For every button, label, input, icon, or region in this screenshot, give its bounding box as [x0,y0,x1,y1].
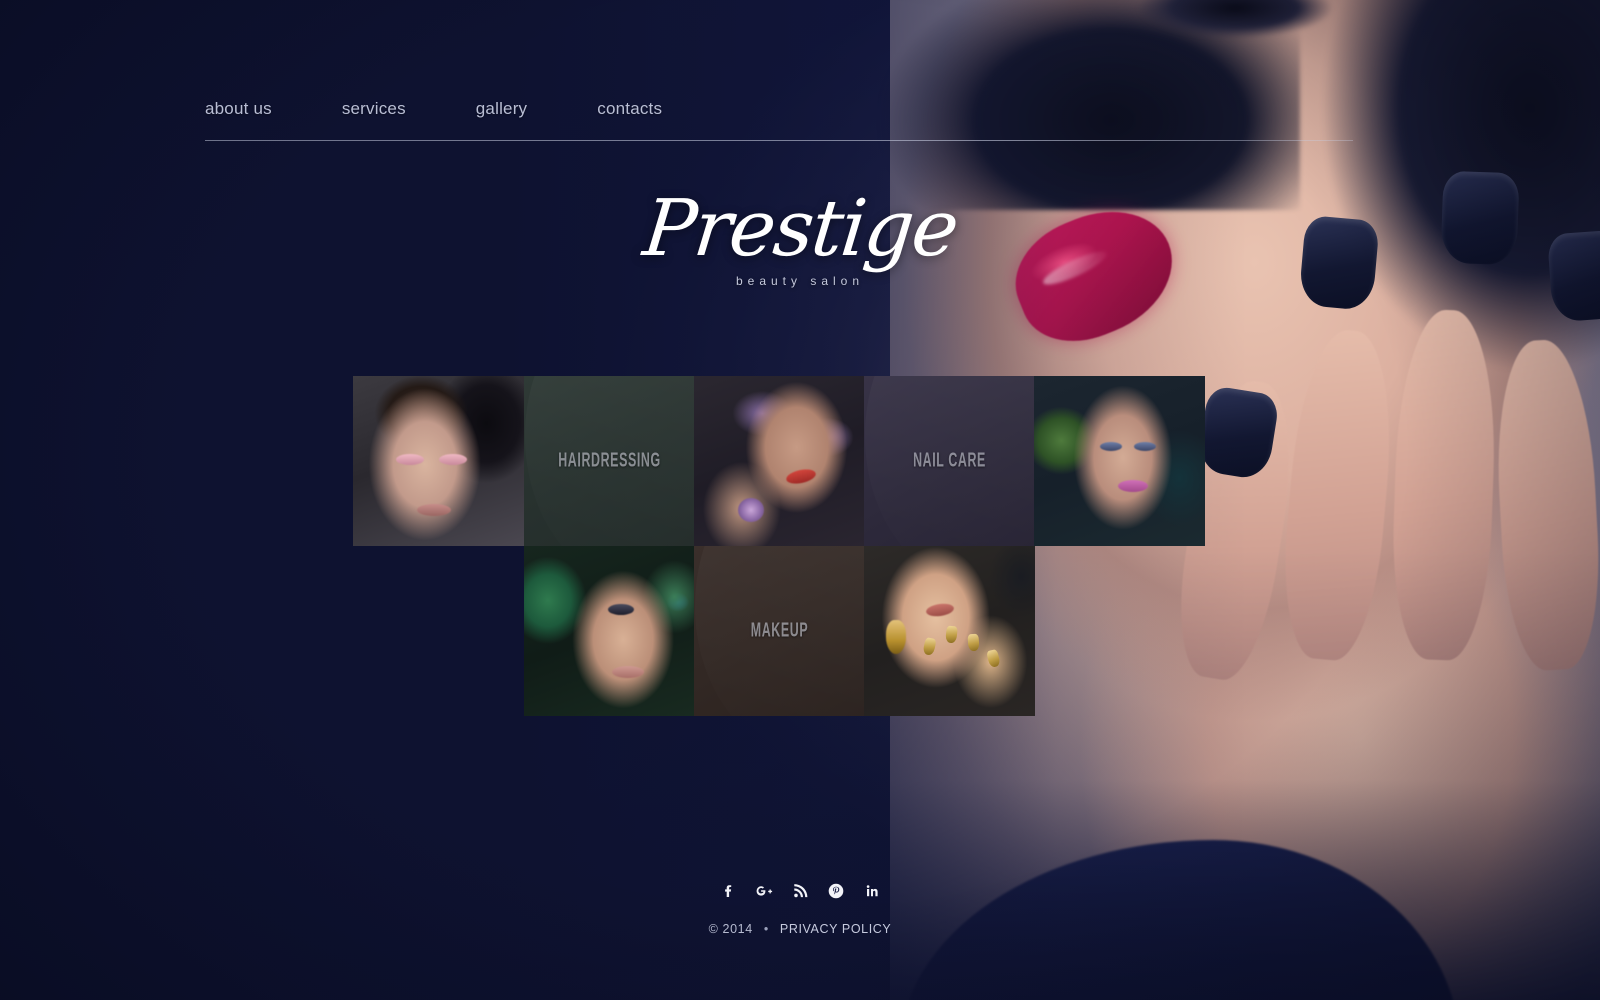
gold-nail-2 [945,625,958,644]
tile-photo-glitter-makeup [694,376,865,546]
lips [417,504,451,516]
pinterest-icon[interactable] [825,880,847,902]
nav-item-gallery[interactable]: gallery [476,99,527,119]
linkedin-icon[interactable] [861,880,883,902]
gold-nail-3 [967,633,980,652]
lips [1118,480,1148,492]
rss-icon[interactable] [789,880,811,902]
google-plus-icon[interactable] [753,880,775,902]
gallery-tile-nail-care[interactable]: NAIL CARE [864,376,1035,546]
tile-label-nail-care: NAIL CARE [913,449,986,472]
gallery-tile-makeup[interactable]: MAKEUP [694,546,865,716]
lips [784,467,818,486]
tile-label-makeup: MAKEUP [750,619,809,642]
gold-nail-4 [986,648,1001,669]
logo-tagline: beauty salon [735,274,865,288]
site-logo[interactable]: Prestige beauty salon [0,184,1600,288]
eyeshadow-left [396,454,424,465]
copyright-separator: • [763,922,769,936]
tile-photo-peacock-feather [524,546,695,716]
gold-nail-1 [922,637,937,656]
tile-photo-gold-nails [864,546,1035,716]
gallery-tile-photo-peacock-feather[interactable] [524,546,695,716]
page-root: about us services gallery contacts Prest… [0,0,1600,1000]
tile-photo-smoky-eyes [1034,376,1205,546]
gallery-tile-photo-smoky-eyes[interactable] [1034,376,1205,546]
nav-divider [205,140,1353,141]
lips [612,666,644,678]
logo-wordmark: Prestige [639,184,961,274]
amethyst-ring [738,498,764,522]
eyeshadow-right [439,454,467,465]
facebook-icon[interactable] [717,880,739,902]
gold-earring [886,620,906,654]
gallery-tile-photo-model-lashes[interactable] [353,376,524,546]
nav-item-about-us[interactable]: about us [205,99,272,119]
eye [608,604,634,615]
site-footer: © 2014 • PRIVACY POLICY [0,878,1600,936]
copyright-text: © 2014 [708,922,753,936]
services-gallery-grid: HAIRDRESSING NAIL CARE MAKEUP [353,376,1205,716]
gallery-tile-hairdressing[interactable]: HAIRDRESSING [524,376,695,546]
tile-photo-model-lashes [353,376,524,546]
nav-item-contacts[interactable]: contacts [597,99,662,119]
eye-right [1134,442,1156,451]
tile-label-hairdressing: HAIRDRESSING [558,449,661,472]
nav-item-services[interactable]: services [342,99,406,119]
nav-list: about us services gallery contacts [205,88,1355,130]
social-links [0,878,1600,904]
lips [925,602,955,618]
gallery-tile-photo-gold-nails[interactable] [864,546,1035,716]
gallery-tile-photo-glitter-makeup[interactable] [694,376,865,546]
copyright-line: © 2014 • PRIVACY POLICY [0,922,1600,936]
main-navigation: about us services gallery contacts [205,88,1355,141]
eye-left [1100,442,1122,451]
privacy-policy-link[interactable]: PRIVACY POLICY [780,922,891,936]
